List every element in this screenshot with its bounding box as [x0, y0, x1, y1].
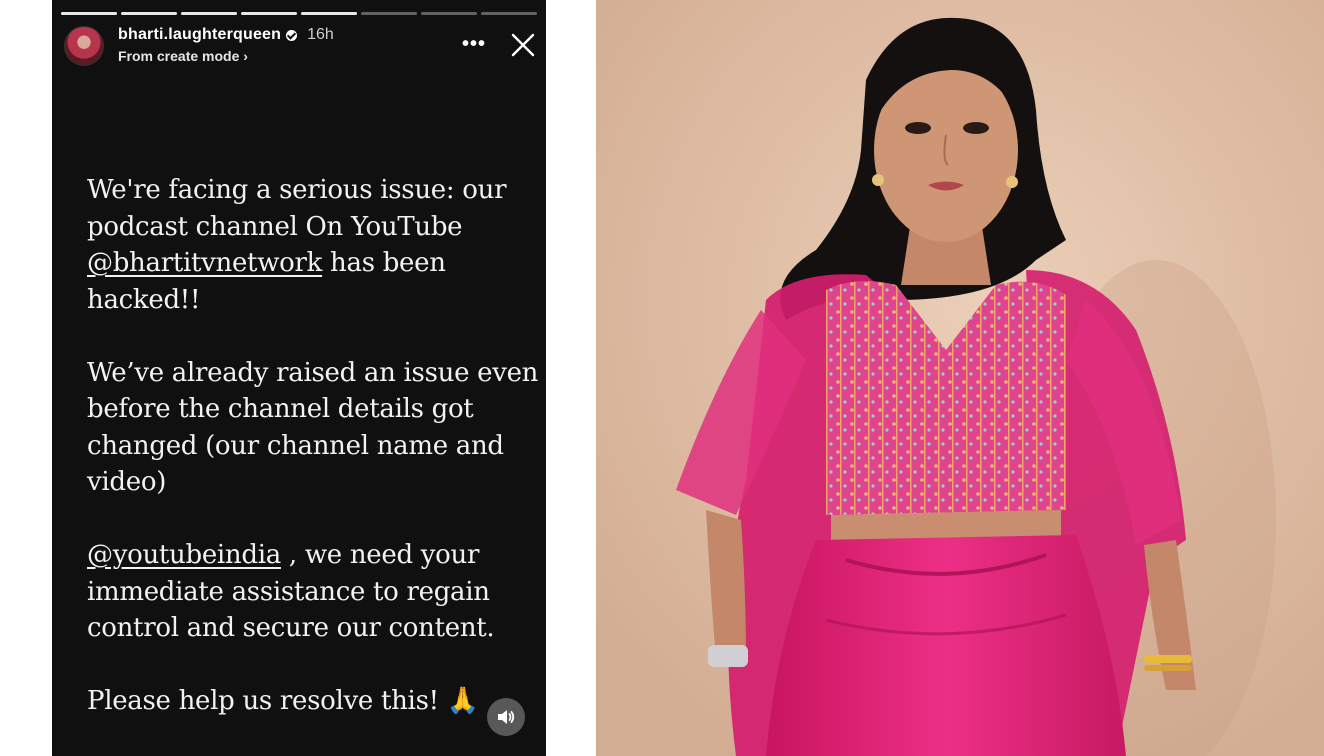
progress-segment: [241, 12, 297, 15]
user-block: bharti.laughterqueen 16h From create mod…: [118, 24, 334, 64]
progress-segment: [121, 12, 177, 15]
close-icon[interactable]: [510, 32, 536, 58]
story-age: 16h: [307, 26, 334, 43]
story-paragraph: @youtubeindia , we need your immediate a…: [87, 537, 542, 647]
story-paragraph: Please help us resolve this! 🙏: [87, 683, 542, 720]
mention-link[interactable]: @youtubeindia: [87, 540, 281, 570]
story-header: bharti.laughterqueen 16h From create mod…: [64, 24, 536, 66]
profile-avatar[interactable]: [64, 26, 104, 66]
progress-segment: [421, 12, 477, 15]
story-text-run: We’ve already raised an issue even befor…: [87, 357, 539, 498]
progress-segment: [181, 12, 237, 15]
progress-segment: [361, 12, 417, 15]
story-viewer: bharti.laughterqueen 16h From create mod…: [52, 0, 546, 756]
story-progress-bar: [61, 12, 537, 15]
verified-badge-icon: [286, 29, 298, 41]
speaker-icon: [498, 710, 515, 724]
story-text: We're facing a serious issue: our podcas…: [87, 172, 542, 756]
progress-segment: [301, 12, 357, 15]
mention-link[interactable]: @bhartitvnetwork: [87, 248, 322, 278]
more-horizontal-icon[interactable]: •••: [462, 34, 486, 54]
progress-segment: [61, 12, 117, 15]
sound-toggle-button[interactable]: [487, 698, 525, 736]
story-paragraph: We’ve already raised an issue even befor…: [87, 355, 542, 501]
progress-segment: [481, 12, 537, 15]
create-mode-link[interactable]: From create mode ›: [118, 48, 334, 64]
story-text-run: Please help us resolve this! 🙏: [87, 686, 479, 716]
story-paragraph: We're facing a serious issue: our podcas…: [87, 172, 542, 318]
story-text-run: We're facing a serious issue: our podcas…: [87, 175, 507, 242]
photo-panel: [596, 0, 1324, 756]
portrait-illustration: [596, 0, 1324, 756]
username[interactable]: bharti.laughterqueen: [118, 26, 281, 44]
